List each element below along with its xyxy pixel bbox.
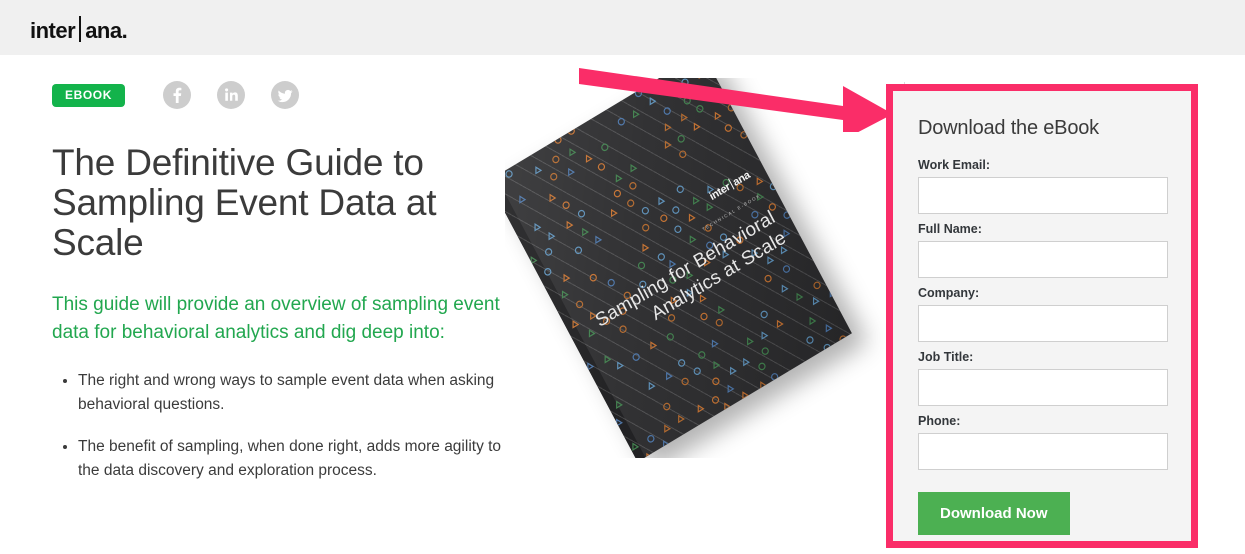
form-title: Download the eBook <box>918 117 1099 139</box>
logo-divider-icon <box>79 16 82 42</box>
twitter-icon[interactable] <box>271 81 300 109</box>
form-field-group: Full Name: <box>918 222 1168 286</box>
book-3d: inter ana TECHNICAL E-BOOK Sampling for … <box>505 78 852 458</box>
full-name-field[interactable] <box>918 241 1168 278</box>
benefits-list: The right and wrong ways to sample event… <box>52 369 522 483</box>
hero-left-column: EBOOK The Definitive Guide to Sampling E… <box>52 80 522 501</box>
company-label: Company: <box>918 286 980 300</box>
form-field-group: Company: <box>918 286 1168 350</box>
ebook-cover-image: inter ana TECHNICAL E-BOOK Sampling for … <box>505 78 905 458</box>
meta-row: EBOOK <box>52 80 522 110</box>
list-item: The benefit of sampling, when done right… <box>78 435 522 483</box>
job-title-field[interactable] <box>918 369 1168 406</box>
phone-label: Phone: <box>918 414 961 428</box>
download-form-panel: Download the eBook Work Email: Full Name… <box>886 84 1198 548</box>
full-name-label: Full Name: <box>918 222 982 236</box>
ebook-badge: EBOOK <box>52 83 126 107</box>
hero-subheading: This guide will provide an overview of s… <box>52 293 500 343</box>
page-title: The Definitive Guide to Sampling Event D… <box>52 142 437 263</box>
phone-field[interactable] <box>918 433 1168 470</box>
brand-logo[interactable]: inter ana . <box>30 12 128 44</box>
logo-dot: . <box>121 18 128 43</box>
download-now-button[interactable]: Download Now <box>918 492 1070 535</box>
facebook-icon[interactable] <box>163 81 192 109</box>
logo-text-left: inter <box>30 18 76 43</box>
form-field-group: Job Title: <box>918 350 1168 414</box>
list-item: The right and wrong ways to sample event… <box>78 369 522 417</box>
form-field-group: Work Email: <box>918 158 1168 222</box>
work-email-label: Work Email: <box>918 158 991 172</box>
company-field[interactable] <box>918 305 1168 342</box>
form-inner: Download the eBook Work Email: Full Name… <box>893 91 1191 535</box>
form-field-group: Phone: <box>918 414 1168 478</box>
logo-text-right: ana <box>85 18 122 43</box>
site-header: inter ana . <box>0 0 1245 55</box>
linkedin-icon[interactable] <box>217 81 246 109</box>
job-title-label: Job Title: <box>918 350 974 364</box>
work-email-field[interactable] <box>918 177 1168 214</box>
social-share-list <box>163 81 300 109</box>
